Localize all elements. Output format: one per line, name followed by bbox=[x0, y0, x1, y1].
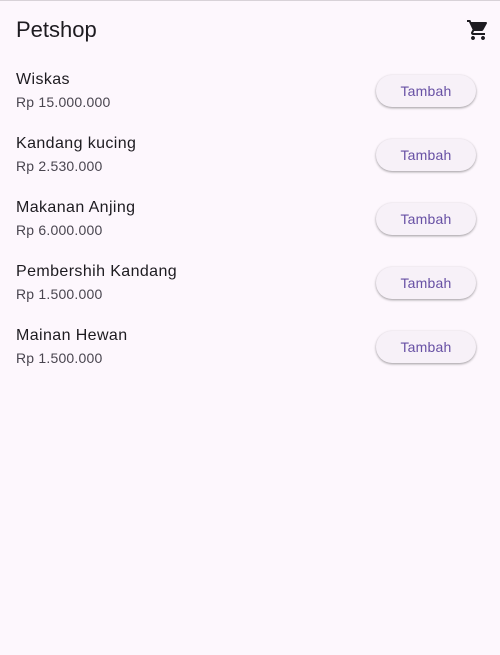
product-name: Wiskas bbox=[16, 71, 70, 88]
product-item-mainan-hewan: Mainan Hewan Rp 1.500.000 Tambah bbox=[0, 315, 500, 379]
product-item-kandang-kucing: Kandang kucing Rp 2.530.000 Tambah bbox=[0, 123, 500, 187]
product-name: Kandang kucing bbox=[16, 135, 137, 152]
product-info: Makanan Anjing Rp 6.000.000 bbox=[16, 197, 135, 241]
add-button[interactable]: Tambah bbox=[376, 331, 476, 363]
product-item-wiskas: Wiskas Rp 15.000.000 Tambah bbox=[0, 59, 500, 123]
product-info: Kandang kucing Rp 2.530.000 bbox=[16, 133, 136, 177]
product-price: Rp 1.500.000 bbox=[16, 286, 103, 302]
product-price: Rp 1.500.000 bbox=[16, 350, 103, 366]
product-price: Rp 6.000.000 bbox=[16, 222, 103, 238]
add-button[interactable]: Tambah bbox=[376, 75, 476, 107]
add-button[interactable]: Tambah bbox=[376, 203, 476, 235]
product-info: Mainan Hewan Rp 1.500.000 bbox=[16, 325, 128, 369]
product-item-pembershih-kandang: Pembershih Kandang Rp 1.500.000 Tambah bbox=[0, 251, 500, 315]
add-button[interactable]: Tambah bbox=[376, 139, 476, 171]
product-info: Wiskas Rp 15.000.000 bbox=[16, 69, 110, 113]
product-price: Rp 15.000.000 bbox=[16, 94, 111, 110]
product-price: Rp 2.530.000 bbox=[16, 158, 103, 174]
add-button[interactable]: Tambah bbox=[376, 267, 476, 299]
product-name: Makanan Anjing bbox=[16, 199, 136, 216]
app-bar: Petshop bbox=[0, 1, 500, 59]
product-name: Mainan Hewan bbox=[16, 327, 128, 344]
app-title: Petshop bbox=[16, 17, 97, 42]
product-name: Pembershih Kandang bbox=[16, 263, 178, 280]
shopping-cart-icon bbox=[467, 20, 488, 40]
product-list: Wiskas Rp 15.000.000 Tambah Kandang kuci… bbox=[0, 59, 500, 379]
product-item-makanan-anjing: Makanan Anjing Rp 6.000.000 Tambah bbox=[0, 187, 500, 251]
product-info: Pembershih Kandang Rp 1.500.000 bbox=[16, 261, 177, 305]
cart-button[interactable] bbox=[464, 16, 492, 44]
